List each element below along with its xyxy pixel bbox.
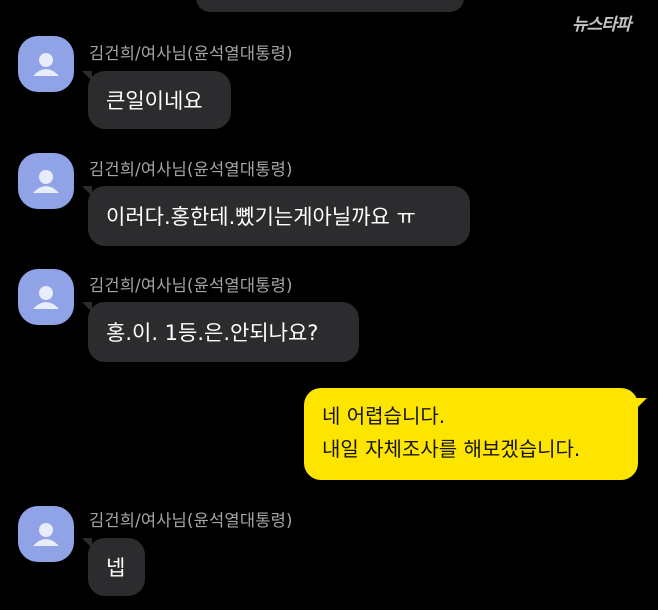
message-bubble[interactable]: 홍.이. 1등.은.안되나요? [88,302,359,362]
person-icon [33,286,59,309]
sender-name: 김건희/여사님(윤석열대통령) [89,511,293,530]
sender-avatar[interactable] [18,269,74,325]
reply-line: 내일 자체조사를 해보겠습니다. [322,437,581,461]
person-icon [33,170,59,193]
sender-name: 김건희/여사님(윤석열대통령) [89,276,293,295]
sender-name: 김건희/여사님(윤석열대통령) [89,44,293,63]
sender-avatar[interactable] [18,153,74,209]
sender-avatar[interactable] [18,506,74,562]
sender-avatar[interactable] [18,36,74,92]
message-bubble[interactable]: 큰일이네요 [88,71,231,129]
message-bubble[interactable]: 넵 [88,538,145,596]
reply-line: 네 어렵습니다. [322,404,446,428]
message-bubble[interactable]: 이러다.홍한테.뼸기는게아닐까요 ㅠ [88,186,470,246]
person-icon [33,523,59,546]
previous-message-bubble [196,0,464,12]
sender-name: 김건희/여사님(윤석열대통령) [89,160,293,179]
my-message-bubble[interactable]: 네 어렵습니다. 내일 자체조사를 해보겠습니다. [304,388,638,480]
watermark-logo: 뉴스타파 [572,15,632,35]
person-icon [33,53,59,76]
